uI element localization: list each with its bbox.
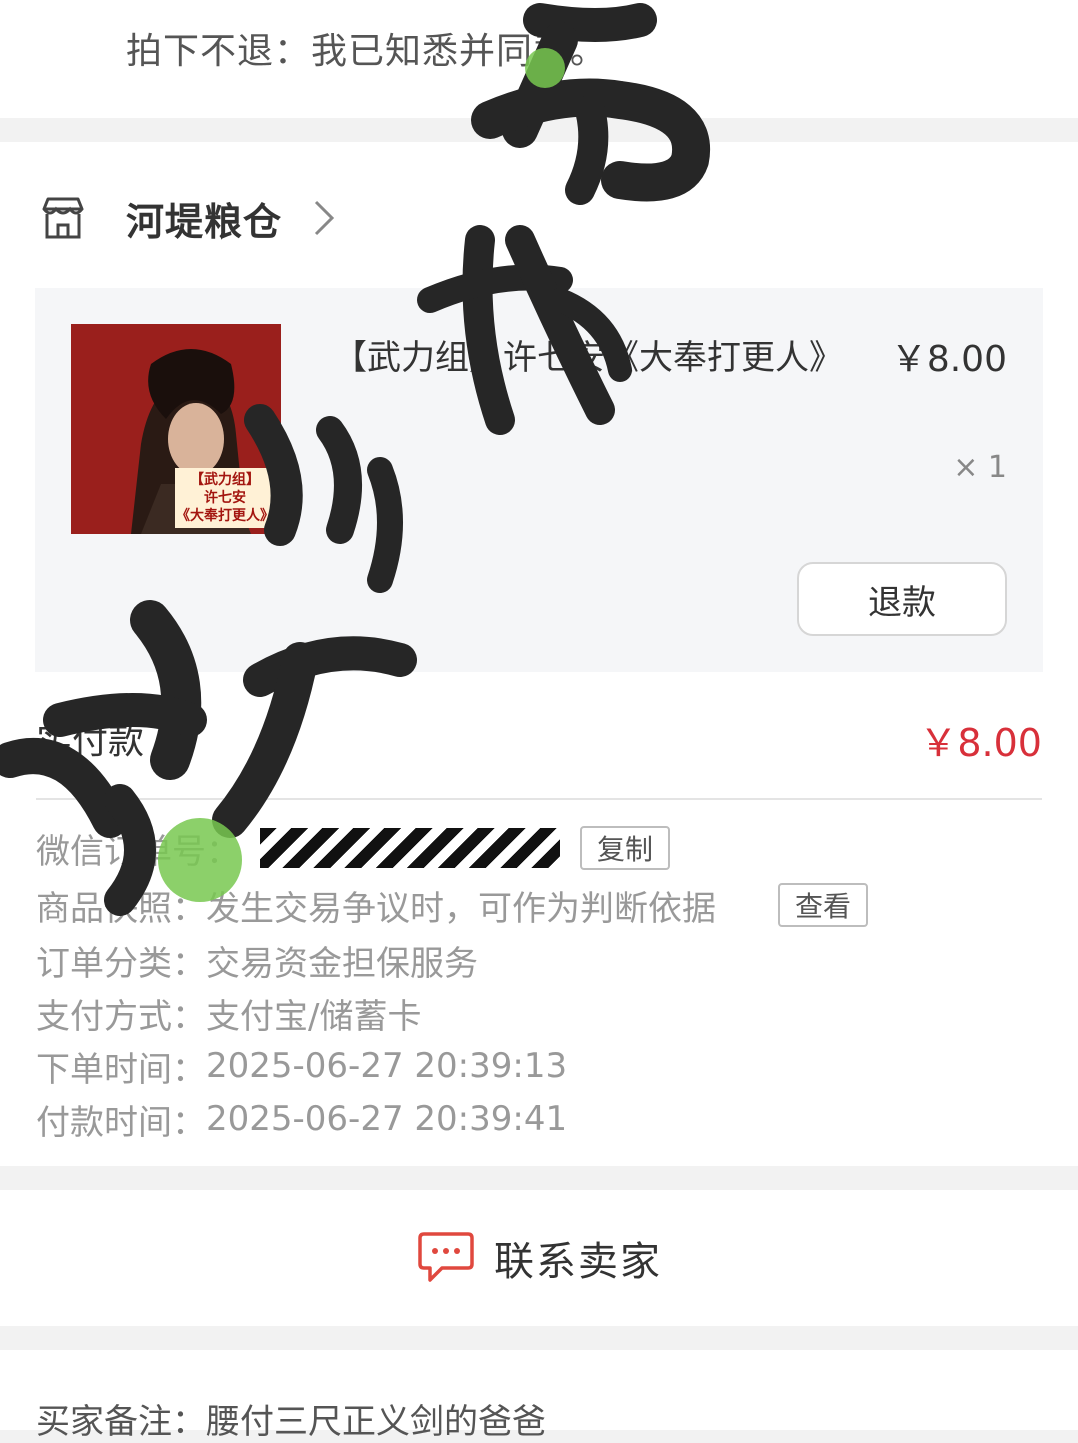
chat-icon — [418, 1232, 474, 1282]
item-quantity: × 1 — [953, 450, 1007, 485]
refund-button[interactable]: 退款 — [797, 562, 1007, 636]
chevron-right-icon[interactable] — [312, 198, 336, 238]
paid-amount-label: 实付款 — [36, 721, 145, 762]
pay-time-value: 2025-06-27 20:39:41 — [206, 1099, 568, 1139]
no-refund-notice: 拍下不退：我已知悉并同意。 — [126, 31, 608, 72]
snapshot-row: 商品快照： 发生交易争议时，可作为判断依据 — [36, 883, 716, 929]
remark-section: 买家备注：腰付三尺正义剑的爸爸 — [0, 1350, 1078, 1442]
paid-amount-row[interactable]: 实付款 ￥8.00 — [36, 708, 1042, 768]
order-number-row: 微信订单号： — [36, 826, 560, 872]
category-row: 订单分类： 交易资金担保服务 — [36, 938, 478, 984]
payment-method-value: 支付宝/储蓄卡 — [206, 996, 422, 1037]
order-item-card[interactable]: 【武力组】 许七安 《大奉打更人》 【武力组】许七安《大奉打更人》 ￥8.00 … — [35, 288, 1043, 672]
pay-time-label: 付款时间： — [36, 1102, 206, 1143]
category-label: 订单分类： — [36, 943, 206, 984]
view-snapshot-button[interactable]: 查看 — [778, 883, 868, 927]
item-price: ￥8.00 — [890, 339, 1007, 380]
order-card: 河堤粮仓 【武力组】 许七安 《大奉打更人》 【武力组】许七安《大奉打更人》 ￥… — [0, 142, 1078, 1166]
purchase-notice-section: 拍下不退：我已知悉并同意。 — [0, 0, 1078, 118]
store-icon — [42, 197, 84, 239]
payment-method-label: 支付方式： — [36, 996, 206, 1037]
snapshot-label: 商品快照： — [36, 888, 206, 929]
order-time-value: 2025-06-27 20:39:13 — [206, 1046, 568, 1086]
divider — [36, 798, 1042, 800]
buyer-remark: 买家备注：腰付三尺正义剑的爸爸 — [36, 1402, 546, 1442]
snapshot-value: 发生交易争议时，可作为判断依据 — [206, 888, 716, 929]
contact-section: 联系卖家 — [0, 1190, 1078, 1326]
contact-seller-label[interactable]: 联系卖家 — [494, 1229, 662, 1287]
category-value: 交易资金担保服务 — [206, 943, 478, 984]
item-title[interactable]: 【武力组】许七安《大奉打更人》 — [333, 330, 853, 379]
order-time-label: 下单时间： — [36, 1049, 206, 1090]
thumbnail-caption: 【武力组】 许七安 《大奉打更人》 — [175, 468, 275, 528]
order-time-row: 下单时间： 2025-06-27 20:39:13 — [36, 1044, 568, 1090]
item-thumbnail[interactable]: 【武力组】 许七安 《大奉打更人》 — [71, 324, 281, 534]
copy-button[interactable]: 复制 — [580, 826, 670, 870]
pay-time-row: 付款时间： 2025-06-27 20:39:41 — [36, 1097, 568, 1143]
contact-seller-button[interactable]: 联系卖家 — [0, 1190, 1078, 1326]
order-number-label: 微信订单号： — [36, 831, 240, 872]
shop-header[interactable]: 河堤粮仓 — [38, 190, 336, 246]
shop-name[interactable]: 河堤粮仓 — [126, 191, 282, 246]
payment-method-row: 支付方式： 支付宝/储蓄卡 — [36, 991, 422, 1037]
paid-amount-value: ￥8.00 — [919, 721, 1042, 765]
order-number-redacted — [260, 828, 560, 868]
